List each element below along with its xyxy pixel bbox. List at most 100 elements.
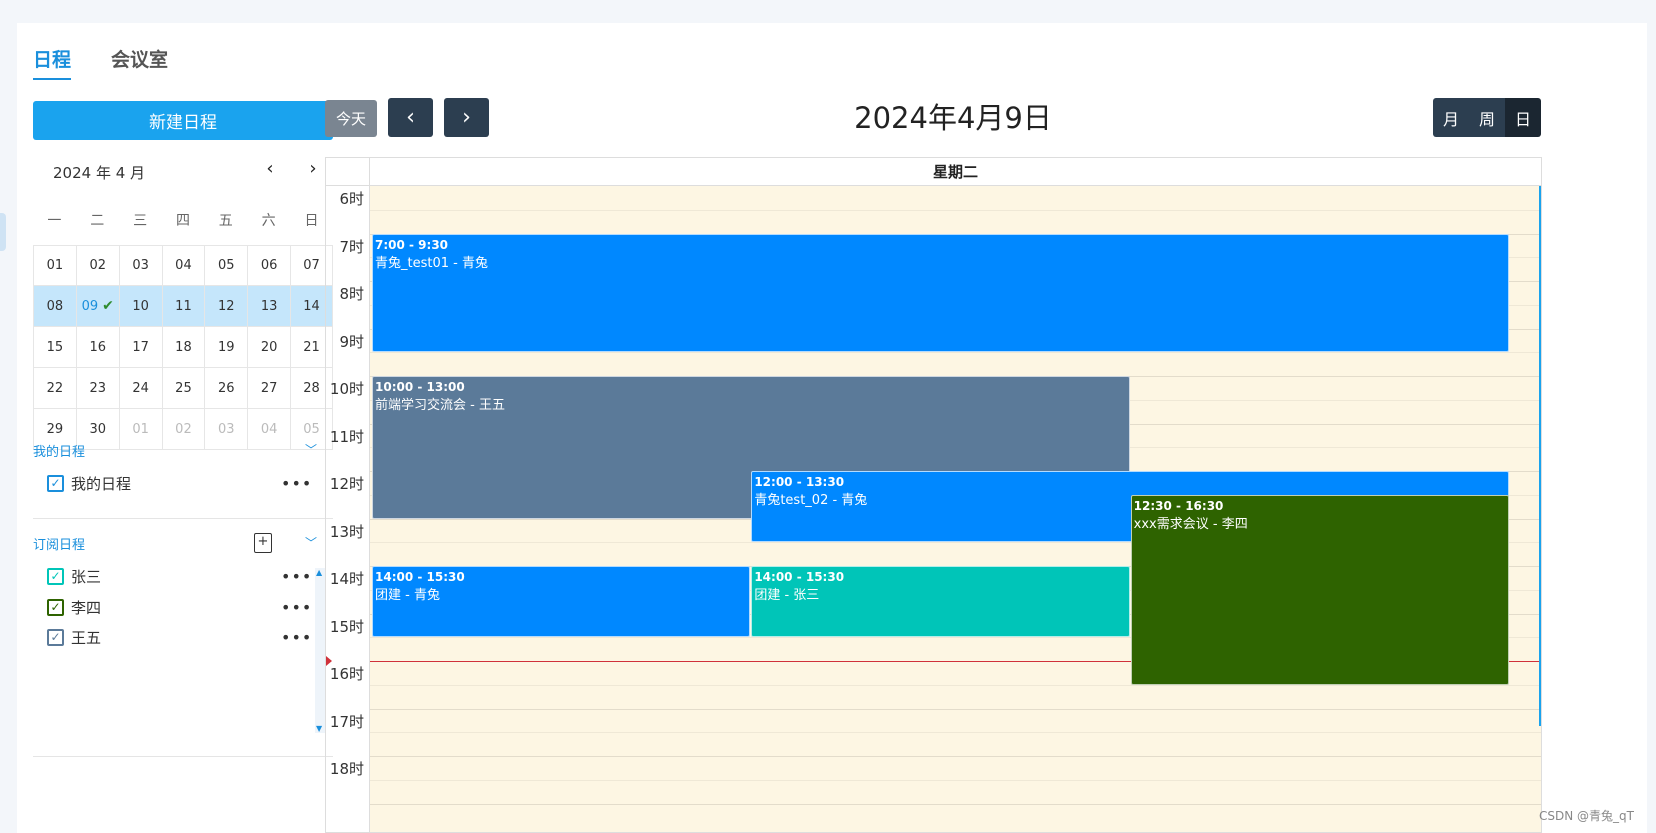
mini-week-row: 15 16 17 18 19 20 21 [33, 327, 333, 368]
next-day-button[interactable]: › [444, 98, 489, 137]
mini-day[interactable]: 24 [118, 368, 162, 409]
calendar-item-label: 王五 [71, 628, 102, 647]
event-block[interactable]: 14:00 - 15:30 团建 - 青兔 [372, 566, 751, 638]
event-time: 7:00 - 9:30 [375, 237, 449, 252]
mini-day-next-month[interactable]: 04 [247, 409, 291, 450]
more-icon[interactable]: ••• [281, 474, 312, 493]
calendar-app: 日程 会议室 新建日程 2024 年 4 月 ‹ › 一 二 三 四 五 六 日… [17, 23, 1647, 833]
calendar-item-lisi: ✓ 李四 ••• [47, 596, 311, 618]
weekday-label: 二 [90, 212, 105, 229]
mini-day[interactable]: 22 [33, 368, 76, 409]
event-block[interactable]: 12:30 - 16:30 xxx需求会议 - 李四 [1130, 494, 1509, 685]
divider [33, 756, 333, 757]
event-title: 青兔_test01 - 青兔 [375, 255, 488, 271]
event-time: 12:00 - 13:30 [754, 475, 845, 489]
mini-calendar-title: 2024 年 4 月 [53, 164, 146, 182]
mini-day-selected[interactable]: 09 ✔ [75, 286, 119, 327]
mini-day[interactable]: 27 [247, 368, 291, 409]
sidebar-toggle-handle[interactable] [0, 213, 6, 251]
day-column[interactable]: 7:00 - 9:30 青兔_test01 - 青兔 10:00 - 13:00 前端… [369, 186, 1541, 832]
mini-day[interactable]: 01 [33, 245, 76, 286]
tab-meeting-room[interactable]: 会议室 [111, 45, 168, 80]
calendar-item-label: 李四 [71, 598, 102, 617]
current-date-title: 2024年4月9日 [854, 101, 1052, 135]
new-schedule-button[interactable]: 新建日程 [33, 101, 333, 140]
checkbox-icon[interactable]: ✓ [47, 474, 64, 492]
mini-day[interactable]: 16 [75, 327, 119, 368]
hour-gridline [370, 803, 1541, 805]
hour-label: 16时 [329, 665, 364, 683]
mini-week-row: 22 23 24 25 26 27 28 [33, 368, 333, 409]
mini-day[interactable]: 15 [33, 327, 76, 368]
mini-day[interactable]: 20 [247, 327, 291, 368]
add-file-icon[interactable]: + [254, 533, 272, 553]
mini-calendar: 一 二 三 四 五 六 日 01 02 03 04 05 06 07 08 09… [33, 199, 333, 450]
more-icon[interactable]: ••• [281, 628, 312, 647]
mini-next-month-button[interactable]: › [302, 157, 324, 179]
mini-day[interactable]: 13 [247, 286, 291, 327]
mini-day-next-month[interactable]: 01 [118, 409, 162, 450]
event-block[interactable]: 14:00 - 15:30 团建 - 张三 [751, 566, 1130, 638]
hour-gridline [370, 684, 1541, 686]
mini-day[interactable]: 12 [204, 286, 248, 327]
today-button[interactable]: 今天 [325, 100, 377, 137]
more-icon[interactable]: ••• [281, 567, 312, 586]
calendar-item-label: 张三 [71, 567, 102, 586]
grid-scrollbar[interactable] [1539, 186, 1541, 726]
mini-day[interactable]: 11 [161, 286, 205, 327]
mini-day-number: 09 [81, 298, 99, 314]
checkbox-icon[interactable]: ✓ [47, 628, 64, 646]
scroll-down-icon[interactable]: ▼ [316, 724, 322, 733]
prev-day-button[interactable]: ‹ [388, 98, 433, 137]
mini-prev-month-button[interactable]: ‹ [259, 157, 281, 179]
hour-label: 13时 [329, 522, 364, 541]
mini-week-row: 01 02 03 04 05 06 07 [33, 245, 333, 286]
mini-day[interactable]: 06 [247, 245, 291, 286]
event-title: 团建 - 张三 [754, 588, 820, 603]
checkbox-icon[interactable]: ✓ [47, 567, 64, 585]
mini-week-row-selected: 08 09 ✔ 10 11 12 13 14 [33, 286, 333, 327]
event-time: 12:30 - 16:30 [1133, 498, 1224, 513]
hour-label: 11时 [329, 427, 364, 446]
day-header: 星期二 [326, 158, 1541, 186]
view-week-button[interactable]: 周 [1469, 98, 1505, 137]
mini-day[interactable]: 10 [118, 286, 162, 327]
subscribed-section-title[interactable]: 订阅日程 [33, 534, 85, 553]
mini-day[interactable]: 05 [204, 245, 248, 286]
hour-gridline [370, 209, 1541, 211]
view-month-button[interactable]: 月 [1433, 98, 1469, 137]
hour-label: 6时 [339, 190, 364, 208]
mini-day[interactable]: 04 [161, 245, 205, 286]
checkbox-icon[interactable]: ✓ [47, 598, 64, 616]
mini-day[interactable]: 03 [118, 245, 162, 286]
weekday-label: 四 [175, 212, 190, 229]
more-icon[interactable]: ••• [281, 598, 312, 617]
hour-gridline [370, 352, 1541, 354]
check-icon: ✔ [102, 298, 114, 314]
mini-day-next-month[interactable]: 03 [204, 409, 248, 450]
my-calendars-section-title[interactable]: 我的日程 [33, 441, 85, 460]
mini-day[interactable]: 08 [33, 286, 76, 327]
hour-gridline [370, 779, 1541, 781]
chevron-down-icon[interactable]: ﹀ [305, 441, 317, 458]
hour-label: 7时 [339, 237, 364, 256]
chevron-down-icon[interactable]: ﹀ [305, 534, 317, 551]
tab-schedule[interactable]: 日程 [33, 45, 72, 80]
mini-day[interactable]: 25 [161, 368, 205, 409]
view-day-button[interactable]: 日 [1505, 98, 1541, 137]
mini-day[interactable]: 18 [161, 327, 205, 368]
mini-day[interactable]: 23 [75, 368, 119, 409]
day-view-grid: 星期二 6时 7时 8时 9时 10时 11时 12时 13时 14时 15时 16时 17时 18时 … [325, 157, 1542, 833]
subscribed-list-scrollbar[interactable]: ▲ ▼ [315, 568, 325, 733]
scroll-up-icon[interactable]: ▲ [316, 568, 322, 577]
event-block[interactable]: 7:00 - 9:30 青兔_test01 - 青兔 [372, 233, 1509, 353]
calendar-item-wangwu: ✓ 王五 ••• [47, 626, 311, 648]
hour-label: 18时 [329, 760, 364, 778]
mini-day[interactable]: 26 [204, 368, 248, 409]
main-tabs: 日程 会议室 [33, 45, 168, 80]
mini-day[interactable]: 17 [118, 327, 162, 368]
mini-day-next-month[interactable]: 02 [161, 409, 205, 450]
weekday-label: 五 [218, 212, 233, 229]
mini-day[interactable]: 02 [75, 245, 119, 286]
mini-day[interactable]: 19 [204, 327, 248, 368]
